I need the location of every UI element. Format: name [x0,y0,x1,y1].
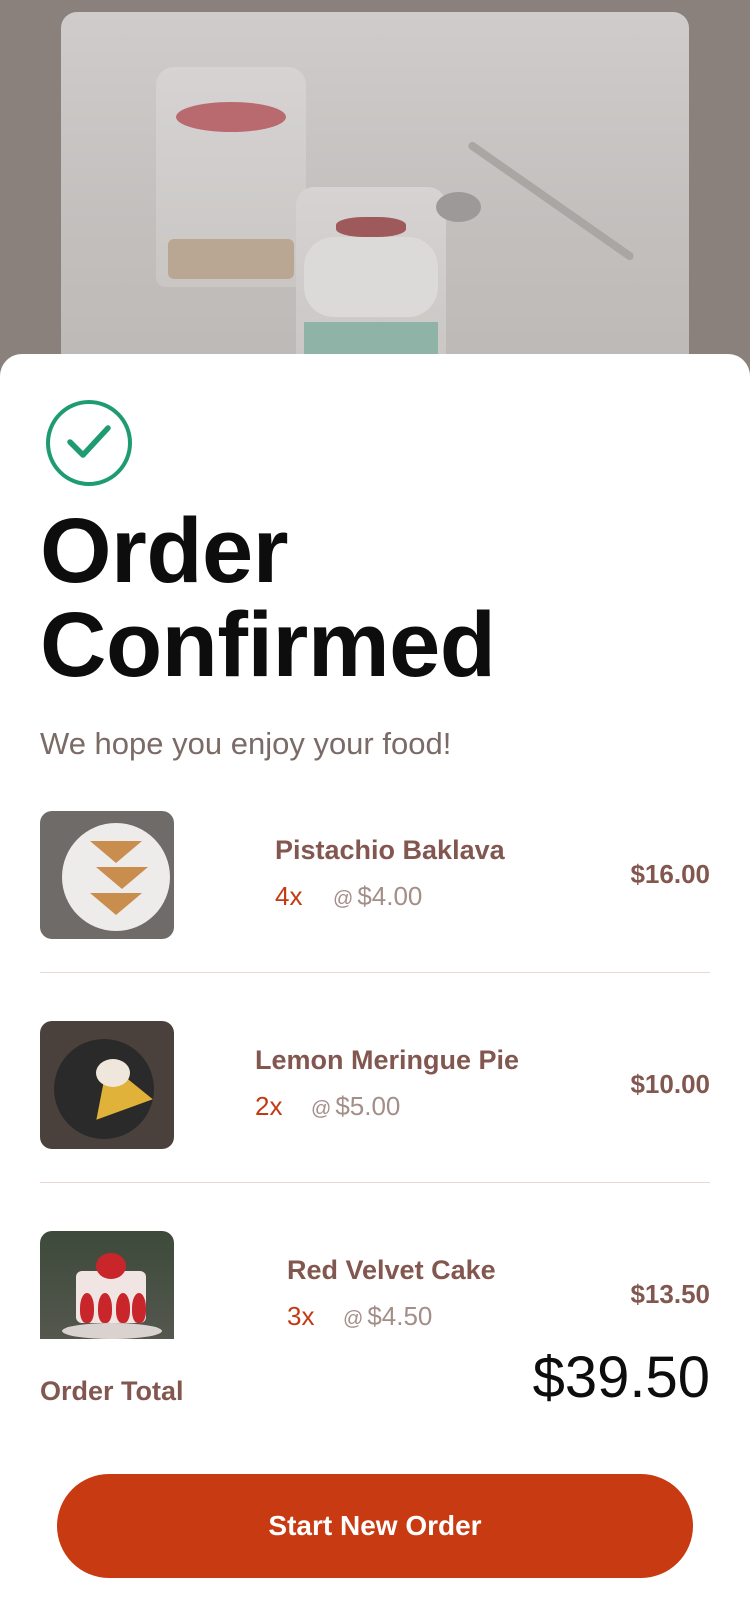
item-total: $10.00 [630,1069,710,1099]
confirmation-sheet: Order Confirmed We hope you enjoy your f… [0,354,750,1618]
order-item-baklava: Pistachio Baklava 4x @ $4.00 $16.00 [40,811,710,941]
order-total-value: $39.50 [532,1345,710,1410]
order-total-label: Order Total [40,1376,184,1406]
dessert-jar-image [296,187,446,372]
page-title-line-1: Order [40,500,289,602]
at-symbol: @ [311,1098,332,1120]
start-new-order-button[interactable]: Start New Order [57,1474,693,1578]
item-unit-price-value: $4.50 [367,1301,433,1331]
item-divider [40,972,710,973]
dessert-jar-image [156,67,306,287]
order-confirmed-screen: Order Confirmed We hope you enjoy your f… [0,0,750,1618]
item-name: Lemon Meringue Pie [255,1045,520,1075]
item-quantity: 2x [255,1091,283,1121]
item-unit-price: @ $4.00 [333,881,422,912]
item-unit-price-value: $4.00 [357,881,423,911]
at-symbol: @ [343,1308,364,1330]
item-total: $13.50 [630,1279,710,1309]
item-name: Red Velvet Cake [287,1255,496,1285]
item-name: Pistachio Baklava [275,835,505,865]
red-velvet-cake-thumbnail [40,1231,174,1339]
item-quantity: 3x [287,1301,315,1331]
hero-dessert-image [61,12,689,372]
spoon-image [436,192,481,222]
order-item-lemon-pie: Lemon Meringue Pie 2x @ $5.00 $10.00 [40,1021,710,1151]
page-title: Order Confirmed [40,504,496,692]
item-total: $16.00 [630,859,710,889]
item-unit-price: @ $5.00 [311,1091,400,1122]
lemon-pie-thumbnail [40,1021,174,1149]
spoon-image [466,140,636,262]
page-title-line-2: Confirmed [40,594,496,696]
order-item-red-velvet: Red Velvet Cake 3x @ $4.50 $13.50 [40,1231,710,1361]
baklava-thumbnail [40,811,174,939]
item-unit-price: @ $4.50 [343,1301,432,1332]
item-quantity: 4x [275,881,303,911]
subtitle: We hope you enjoy your food! [40,726,452,761]
at-symbol: @ [333,888,354,910]
check-circle-icon [46,400,132,486]
item-unit-price-value: $5.00 [335,1091,401,1121]
item-divider [40,1182,710,1183]
